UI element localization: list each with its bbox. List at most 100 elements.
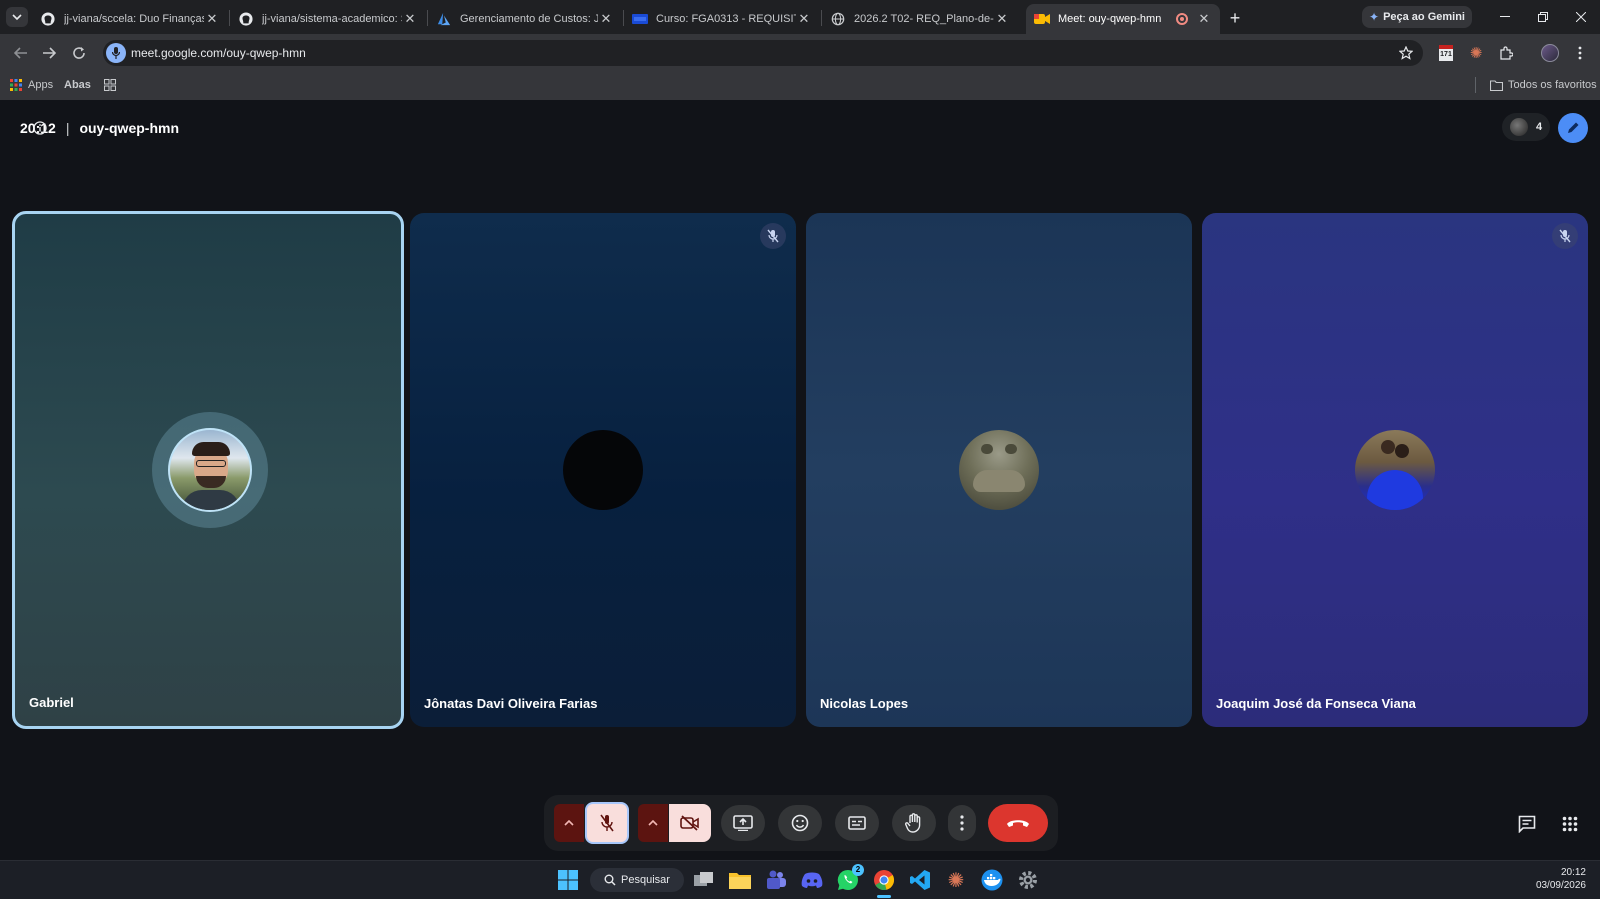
forward-button[interactable] [36,40,62,66]
new-tab-button[interactable]: + [1224,7,1246,29]
task-view-button[interactable] [692,868,716,892]
chrome-active-indicator [877,895,891,898]
camera-toggle-button[interactable] [669,804,711,842]
participant-tile-joaquim[interactable]: Joaquim José da Fonseca Viana [1202,213,1588,727]
start-button[interactable] [556,868,580,892]
gemini-button[interactable]: ✦ Peça ao Gemini [1362,6,1472,28]
avatar [959,430,1039,510]
participant-tile-nicolas[interactable]: Nicolas Lopes [806,213,1192,727]
chevron-up-icon [648,820,658,826]
extension-calendar-button[interactable]: 171 [1436,43,1456,63]
minimize-button[interactable] [1490,6,1520,28]
close-window-button[interactable] [1566,6,1596,28]
camera-options-button[interactable] [638,804,668,842]
close-tab-icon[interactable]: ✕ [204,11,220,27]
gear-icon [1019,871,1037,889]
close-tab-icon[interactable]: ✕ [598,11,614,27]
raise-hand-button[interactable] [892,805,936,841]
close-tab-icon[interactable]: ✕ [402,11,418,27]
vscode-icon [910,870,930,890]
avatar [1355,430,1435,510]
restore-button[interactable] [1528,6,1558,28]
settings-button[interactable] [1016,868,1040,892]
tab-groups-icon [104,79,116,91]
participant-name: Gabriel [29,695,74,710]
muted-indicator [760,223,786,249]
participants-button[interactable]: 4 [1502,113,1550,141]
whatsapp-badge: 2 [852,864,864,876]
close-tab-icon[interactable]: ✕ [994,11,1010,27]
task-view-icon [694,872,713,886]
search-icon [604,874,616,886]
tab-github-sistema-academico[interactable]: jj-viana/sistema-academico: Sis ✕ [230,4,426,34]
mic-toggle-button[interactable] [585,802,629,844]
vscode-button[interactable] [908,868,932,892]
tab-plano-de-ensino[interactable]: 2026.2 T02- REQ_Plano-de-Ens ✕ [822,4,1018,34]
url-text[interactable]: meet.google.com/ouy-qwep-hmn [131,46,306,60]
tab-curso-fga0313[interactable]: Curso: FGA0313 - REQUISITOS D ✕ [624,4,820,34]
meeting-info-button[interactable] [32,120,48,136]
present-screen-button[interactable] [721,805,765,841]
recording-icon [1176,13,1188,25]
reload-button[interactable] [66,40,92,66]
browser-menu-button[interactable] [1570,43,1590,63]
profile-avatar-button[interactable] [1540,43,1560,63]
chrome-button[interactable] [872,868,896,892]
bookmark-apps[interactable]: Apps [10,76,53,94]
tab-azure-custos[interactable]: Gerenciamento de Custos: Joaq ✕ [428,4,622,34]
more-options-button[interactable] [948,805,976,841]
globe-icon [830,11,846,27]
hand-icon [905,813,921,833]
chat-button[interactable] [1510,807,1544,841]
taskbar-search[interactable]: Pesquisar [590,868,684,892]
activities-grid-button[interactable] [1553,807,1587,841]
mic-options-button[interactable] [554,804,584,842]
sparkle-burst-icon: ✺ [947,869,965,892]
address-bar[interactable]: meet.google.com/ouy-qwep-hmn [103,40,1423,66]
tab-groups-button[interactable] [102,76,118,94]
apps-label: Apps [28,79,54,91]
activities-button[interactable] [1558,113,1588,143]
tab-title: Curso: FGA0313 - REQUISITOS D [656,13,796,25]
leave-call-button[interactable] [988,804,1048,842]
bookmark-star-button[interactable] [1396,43,1416,63]
site-mic-icon[interactable] [106,43,126,63]
tab-github-sccela[interactable]: jj-viana/sccela: Duo Finanças — ✕ [32,4,228,34]
participant-tile-gabriel[interactable]: Gabriel [12,211,404,729]
gemini-label: Peça ao Gemini [1383,11,1465,23]
reactions-button[interactable] [778,805,822,841]
whatsapp-button[interactable]: 2 [836,864,864,892]
all-favorites-folder[interactable]: Todos os favoritos [1490,76,1597,94]
avatar [168,428,252,512]
sparkle-burst-icon: ✺ [1469,45,1483,62]
bookmarks-bar [0,70,1600,100]
participant-tile-jonatas[interactable]: Jônatas Davi Oliveira Farias [410,213,796,727]
bookmark-abas[interactable]: Abas [64,76,91,94]
present-screen-icon [733,815,753,831]
docker-button[interactable] [980,868,1004,892]
back-button[interactable] [8,40,34,66]
taskbar-clock[interactable]: 20:12 03/09/2026 [1500,866,1586,892]
bookmarks-divider [1475,77,1476,93]
extensions-button[interactable] [1496,43,1516,63]
info-icon [33,121,47,135]
tab-meet-active[interactable]: Meet: ouy-qwep-hmn ✕ [1026,4,1220,34]
header-separator: | [65,120,70,136]
captions-button[interactable] [835,805,879,841]
discord-button[interactable] [800,868,824,892]
profile-avatar [1541,44,1559,62]
chevron-up-icon [564,820,574,826]
claude-extension-button[interactable]: ✺ [1466,43,1486,63]
file-explorer-button[interactable] [728,868,752,892]
close-tab-icon[interactable]: ✕ [796,11,812,27]
puzzle-icon [1500,46,1513,60]
mic-off-icon [767,229,779,243]
tab-search-button[interactable] [6,7,28,27]
reload-icon [73,47,85,59]
teams-button[interactable] [764,868,788,892]
close-tab-icon[interactable]: ✕ [1196,11,1212,27]
minimize-icon [1500,16,1510,17]
claude-button[interactable]: ✺ [944,868,968,892]
course-icon [632,11,648,27]
meeting-header: 20:12 | ouy-qwep-hmn [20,118,179,138]
